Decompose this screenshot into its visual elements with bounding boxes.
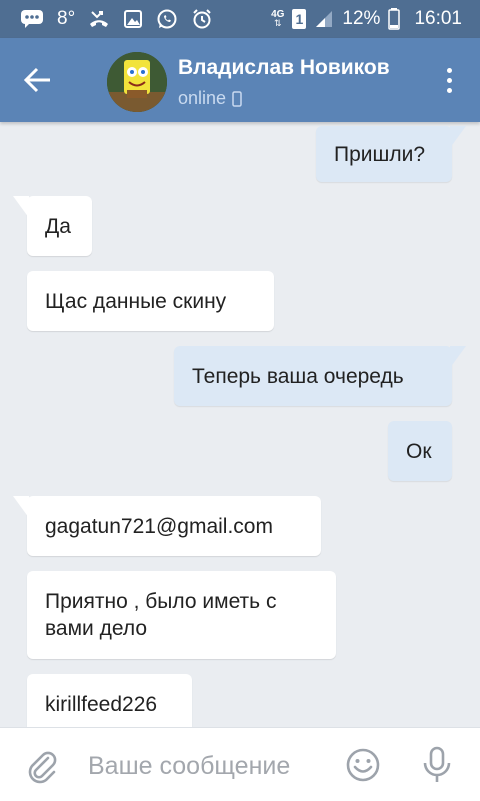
image-icon: [123, 9, 143, 29]
signal-icon: [314, 9, 334, 29]
message-incoming[interactable]: Приятно , было иметь с вами дело: [27, 571, 336, 659]
sim-slot-text: 1: [295, 11, 304, 27]
message-incoming[interactable]: kirillfeed226: [27, 674, 192, 727]
message-composer: [0, 727, 480, 801]
message-incoming[interactable]: gagatun721@gmail.com: [13, 496, 321, 556]
chat-header: Владислав Новиков online: [0, 38, 480, 122]
network-4g-icon: 4G ⇅: [271, 9, 285, 28]
message-outgoing[interactable]: Ок: [388, 421, 452, 481]
contact-status: online: [178, 88, 242, 109]
contact-name[interactable]: Владислав Новиков: [178, 56, 390, 80]
sim-icon: 1: [292, 9, 307, 29]
message-text: gagatun721@gmail.com: [45, 514, 273, 538]
voice-message-button[interactable]: [420, 745, 454, 785]
message-outgoing[interactable]: Пришли?: [316, 126, 466, 182]
message-text: Ок: [406, 439, 432, 463]
paperclip-icon: [28, 751, 57, 784]
whatsapp-icon: [156, 8, 178, 30]
message-text: Приятно , было иметь с вами дело: [45, 590, 277, 640]
smiley-icon: [346, 748, 380, 782]
message-list[interactable]: Пришли? Да Щас данные скину Теперь ваша …: [0, 122, 480, 727]
menu-dot-icon: [446, 87, 452, 93]
chat-icon: [20, 9, 44, 29]
status-bar: 8° 4G ⇅ 1 12% 16:01: [0, 0, 480, 38]
back-button[interactable]: [22, 64, 54, 96]
temperature-text: 8°: [57, 8, 76, 29]
emoji-button[interactable]: [345, 747, 381, 783]
alarm-icon: [191, 8, 213, 30]
attach-button[interactable]: [24, 748, 60, 784]
menu-dot-icon: [446, 67, 452, 73]
message-text: Теперь ваша очередь: [192, 364, 404, 388]
message-text: Пришли?: [334, 142, 426, 166]
contact-avatar[interactable]: [107, 52, 167, 112]
mobile-phone-icon: [232, 90, 242, 107]
back-arrow-icon: [23, 67, 50, 93]
microphone-icon: [423, 746, 451, 782]
message-incoming[interactable]: Да: [13, 196, 92, 256]
clock: 16:01: [414, 8, 462, 29]
battery-icon: [388, 8, 401, 30]
missed-call-icon: [88, 9, 110, 29]
message-input[interactable]: [86, 746, 330, 786]
more-options-button[interactable]: [434, 62, 464, 98]
menu-dot-icon: [446, 77, 452, 83]
message-text: Да: [45, 214, 71, 238]
message-text: kirillfeed226: [45, 692, 158, 716]
battery-percent: 12%: [342, 8, 381, 29]
message-incoming[interactable]: Щас данные скину: [27, 271, 274, 331]
online-status-text: online: [178, 88, 227, 108]
message-text: Щас данные скину: [45, 289, 227, 313]
message-outgoing[interactable]: Теперь ваша очередь: [174, 346, 466, 406]
